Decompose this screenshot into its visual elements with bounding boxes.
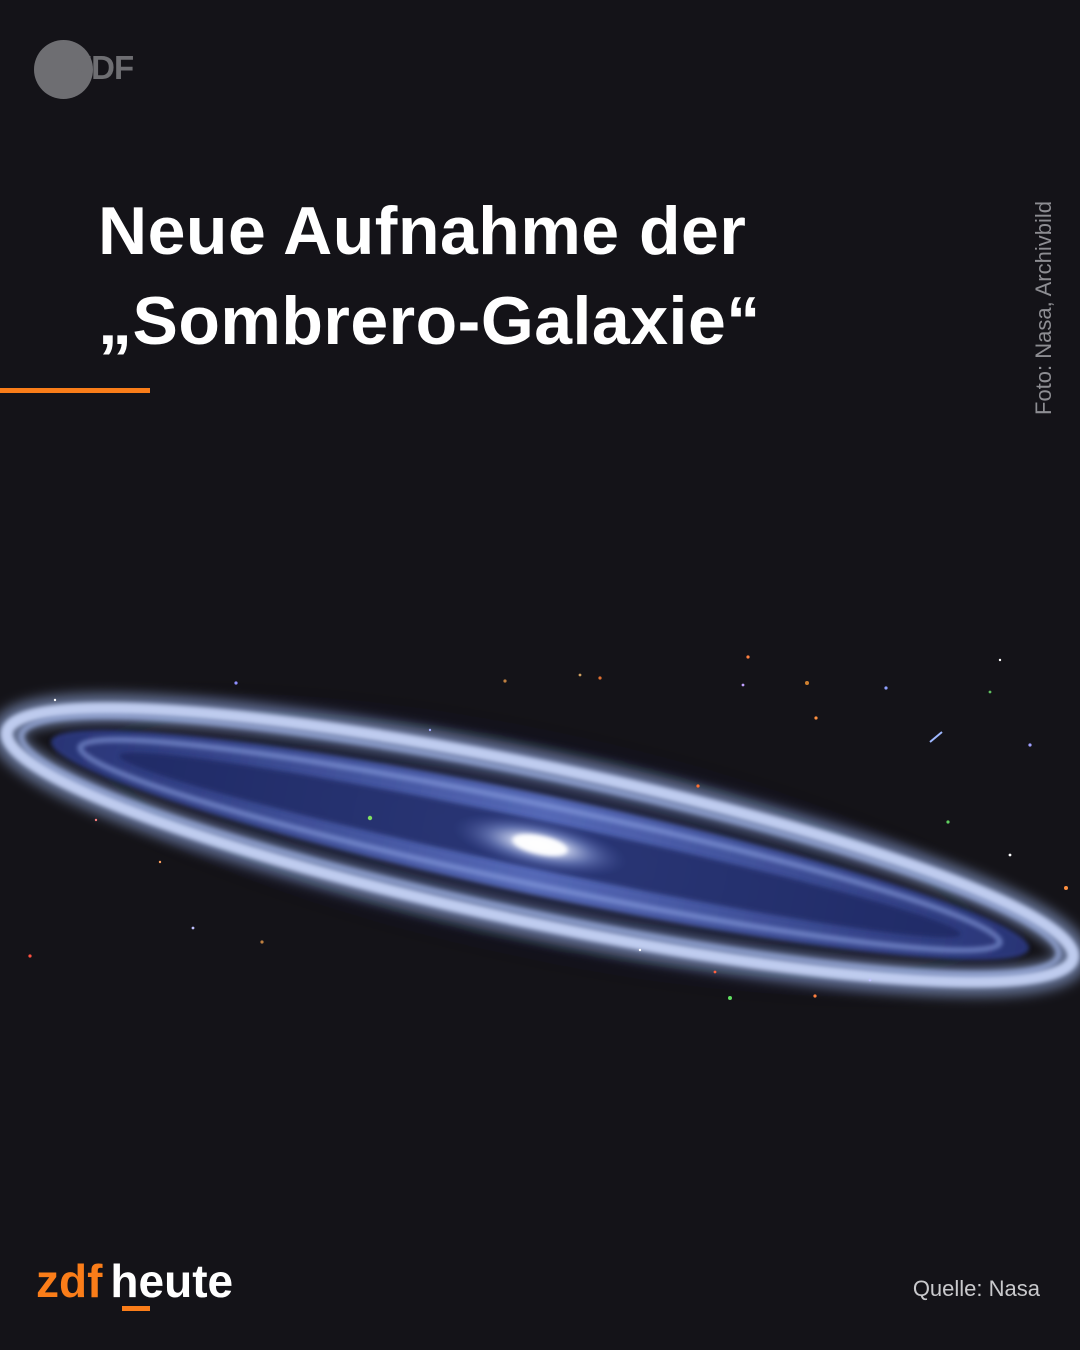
zdfheute-logo: zdf heute [36, 1254, 233, 1314]
zdf-logo-icon: ZDF [34, 40, 144, 100]
headline-line-2: „Sombrero-Galaxie“ [98, 283, 761, 359]
brand-heute: heute [110, 1255, 234, 1307]
brand-underline [122, 1306, 150, 1311]
photo-credit: Foto: Nasa, Archivbild [1031, 201, 1056, 415]
accent-divider [0, 388, 150, 393]
post-canvas: ZDF Neue Aufnahme der „Sombrero-Galaxie“… [0, 0, 1080, 1350]
headline: Neue Aufnahme der „Sombrero-Galaxie“ [98, 186, 958, 366]
zdf-logo-text: ZDF [72, 49, 134, 86]
headline-line-1: Neue Aufnahme der [98, 193, 747, 269]
sombrero-galaxy-image [0, 600, 1080, 1120]
source-credit: Quelle: Nasa [912, 1276, 1040, 1301]
brand-zdf: zdf [36, 1255, 103, 1307]
